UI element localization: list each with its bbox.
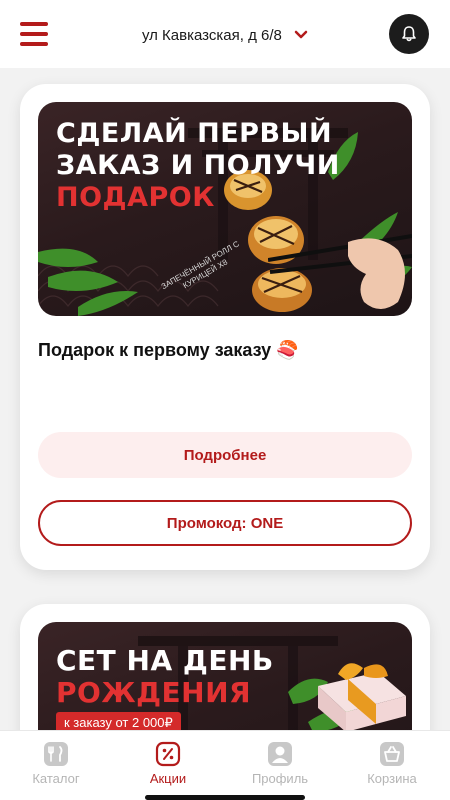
- cart-icon: [380, 742, 404, 766]
- tab-cart-label: Корзина: [367, 771, 417, 786]
- bottom-navigation: Каталог Акции Профиль Корзина: [0, 730, 450, 800]
- promo-icon: [155, 741, 181, 767]
- banner-headline-line1: СДЕЛАЙ ПЕРВЫЙ: [56, 118, 333, 149]
- promo-banner[interactable]: СДЕЛАЙ ПЕРВЫЙ ЗАКАЗ И ПОЛУЧИ ПОДАРОК ЗАП…: [38, 102, 412, 316]
- banner-headline-line2: ЗАКАЗ И ПОЛУЧИ: [56, 150, 340, 181]
- chevron-down-icon: [294, 30, 308, 39]
- notifications-button[interactable]: [389, 14, 429, 54]
- banner-headline-line1: СЕТ НА ДЕНЬ: [56, 644, 274, 677]
- promo-card: СДЕЛАЙ ПЕРВЫЙ ЗАКАЗ И ПОЛУЧИ ПОДАРОК ЗАП…: [20, 84, 430, 570]
- tab-catalog[interactable]: Каталог: [0, 741, 112, 793]
- banner-headline-line2: РОЖДЕНИЯ: [56, 676, 252, 709]
- catalog-icon: [44, 742, 68, 766]
- promo-title: Подарок к первому заказу 🍣: [38, 340, 299, 360]
- tab-promos[interactable]: Акции: [112, 741, 224, 793]
- tab-promos-label: Акции: [149, 771, 187, 786]
- app-header: ул Кавказская, д 6/8: [0, 0, 450, 68]
- banner-headline-line3: ПОДАРОК: [56, 182, 215, 213]
- promo-code-button[interactable]: Промокод: ONE: [38, 500, 412, 546]
- profile-icon: [268, 742, 292, 766]
- tab-profile[interactable]: Профиль: [224, 741, 336, 793]
- address-selector[interactable]: ул Кавказская, д 6/8: [0, 26, 450, 44]
- tab-profile-label: Профиль: [251, 771, 309, 786]
- address-text: ул Кавказская, д 6/8: [141, 26, 282, 44]
- tab-catalog-label: Каталог: [32, 771, 80, 786]
- tab-cart[interactable]: Корзина: [336, 741, 448, 793]
- details-button[interactable]: Подробнее: [38, 432, 412, 478]
- gift-box-image: [318, 663, 406, 732]
- hand-chopsticks-image: [268, 234, 412, 309]
- home-indicator: [145, 795, 305, 800]
- bell-icon: [402, 26, 416, 42]
